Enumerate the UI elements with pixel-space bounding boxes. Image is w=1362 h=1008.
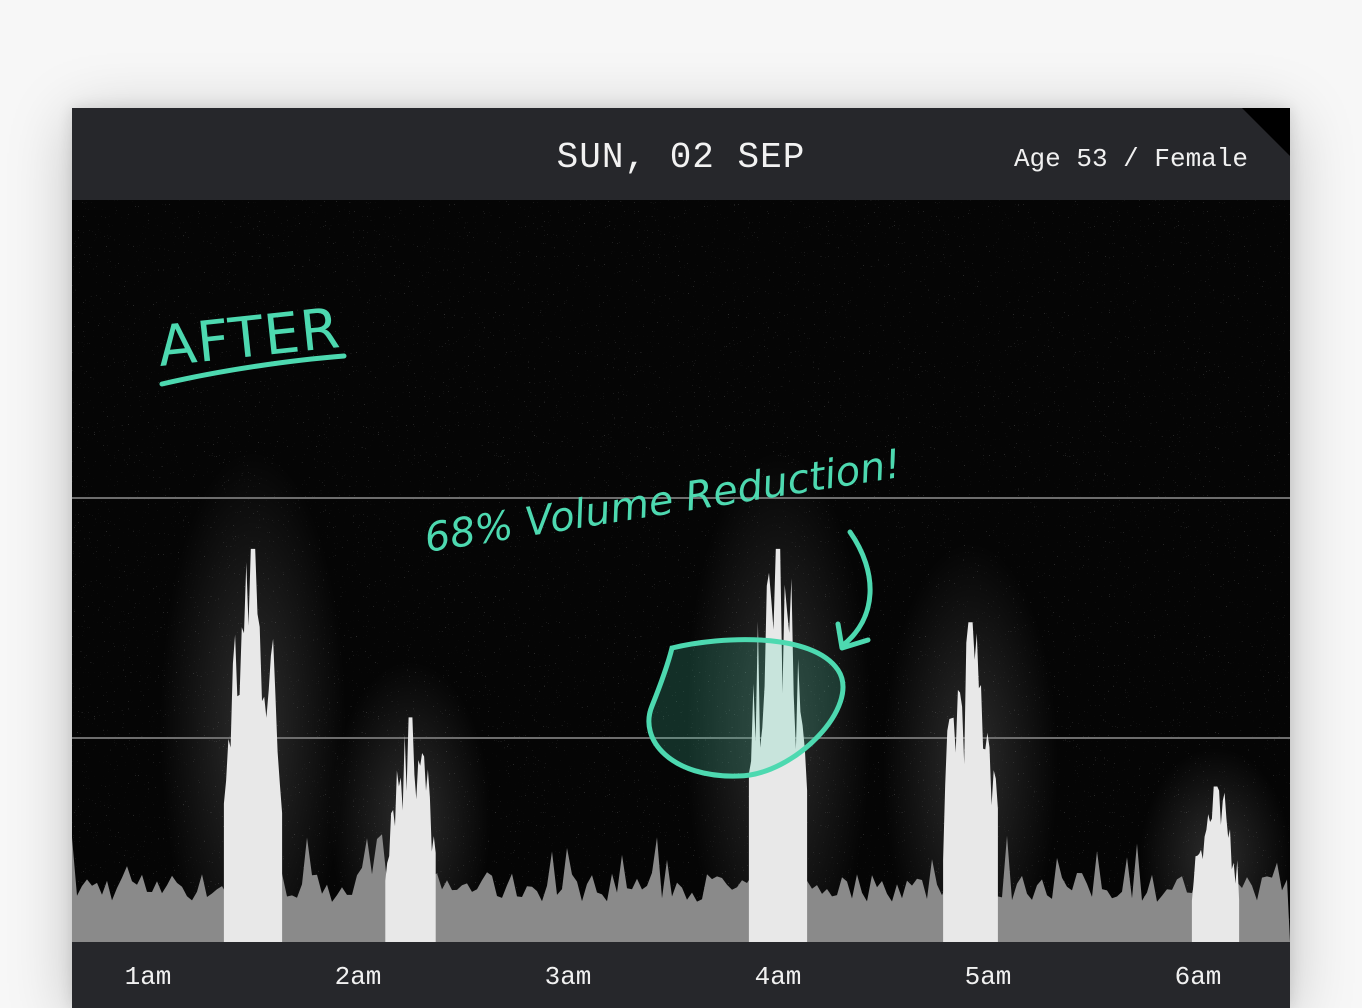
x-tick-label: 1am bbox=[124, 962, 172, 992]
x-tick-label: 5am bbox=[964, 962, 1012, 992]
corner-fold bbox=[1242, 108, 1290, 156]
x-tick-label: 4am bbox=[754, 962, 802, 992]
chart-header: SUN, 02 SEP Age 53 / Female bbox=[72, 108, 1290, 200]
sound-volume-plot: AFTER 68% Volume Reduction! bbox=[72, 200, 1290, 942]
x-tick-label: 3am bbox=[544, 962, 592, 992]
patient-profile: Age 53 / Female bbox=[1013, 144, 1248, 174]
time-axis: 1am 2am 3am 4am 5am 6am bbox=[72, 942, 1290, 1008]
chart-card: SUN, 02 SEP Age 53 / Female AFTER 68% Vo… bbox=[72, 108, 1290, 1008]
x-tick-label: 6am bbox=[1174, 962, 1222, 992]
x-tick-label: 2am bbox=[334, 962, 382, 992]
